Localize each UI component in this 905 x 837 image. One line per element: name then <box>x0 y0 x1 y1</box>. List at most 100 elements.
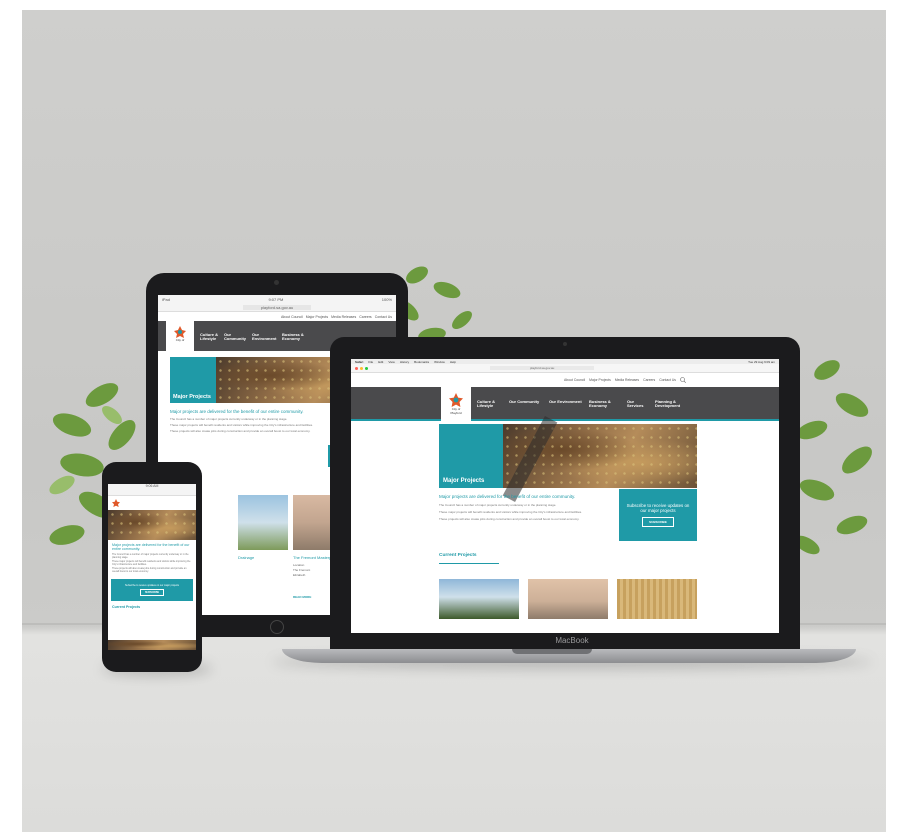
utility-link-about[interactable]: About Council <box>564 378 585 382</box>
tablet-hero-title: Major Projects <box>173 394 211 400</box>
phone-device: 9:06 AM Major projects are delivered for… <box>102 462 202 672</box>
utility-link-media[interactable]: Media Releases <box>615 378 639 382</box>
tablet-nav-item[interactable]: Culture & Lifestyle <box>194 321 220 351</box>
tablet-nav-item[interactable]: Our Environment <box>248 321 278 351</box>
tablet-url: playford.sa.gov.au <box>242 304 312 310</box>
mac-clock: Tue 29 Aug 9:09 am <box>748 359 775 364</box>
subscribe-text: Subscribe to receive updates on our majo… <box>626 503 690 513</box>
nav-business-economy[interactable]: Business & Economy <box>585 387 623 419</box>
utility-link-projects[interactable]: Major Projects <box>589 378 611 382</box>
star-logo-icon <box>174 326 186 338</box>
utility-link-contact[interactable]: Contact Us <box>659 378 676 382</box>
tablet-carrier: iPad <box>162 296 171 302</box>
search-icon[interactable] <box>680 377 686 383</box>
main-nav: City of Playford Culture & Lifestyle Our… <box>351 387 779 421</box>
tablet-logo-text: City of <box>175 338 185 342</box>
tablet-read-more[interactable]: READ MORE <box>293 595 311 599</box>
tablet-statusbar: iPad 9:07 PM 100% <box>158 295 396 303</box>
hero: Major Projects <box>439 415 697 503</box>
intro-p2: These major projects will benefit reside… <box>439 510 582 514</box>
browser-url[interactable]: playford.sa.gov.au <box>490 366 595 370</box>
mac-menu-item[interactable]: File <box>368 360 373 364</box>
nav-culture-lifestyle[interactable]: Culture & Lifestyle <box>471 387 505 419</box>
tablet-time: 9:07 PM <box>268 296 284 302</box>
heading-underline <box>439 563 499 564</box>
laptop-screen: Safari File Edit View History Bookmarks … <box>351 359 779 633</box>
tablet-utility-link[interactable]: Major Projects <box>306 315 328 319</box>
phone-intro-p1: The Council has a number of major projec… <box>112 553 189 559</box>
phone-hero-image <box>108 510 196 540</box>
phone-subscribe-button[interactable]: SUBSCRIBE <box>139 589 165 596</box>
tablet-hero-panel: Major Projects <box>170 357 216 403</box>
tablet-address-bar[interactable]: playford.sa.gov.au <box>158 303 396 312</box>
tablet-utility-link[interactable]: Media Releases <box>331 315 356 319</box>
phone-intro-heading: Major projects are delivered for the ben… <box>112 543 190 551</box>
phone-screen: 9:06 AM Major projects are delivered for… <box>108 484 196 650</box>
close-window-icon[interactable] <box>355 366 358 370</box>
zoom-window-icon[interactable] <box>365 366 368 370</box>
star-logo-icon <box>449 393 463 407</box>
subscribe-button[interactable]: SUBSCRIBE <box>642 517 674 527</box>
phone-current-projects: Current Projects <box>112 605 141 609</box>
laptop-camera <box>563 342 567 346</box>
mac-menu-item[interactable]: History <box>400 360 409 364</box>
phone-header <box>108 496 196 510</box>
tablet-intro-p2: These major projects will benefit reside… <box>170 423 313 427</box>
utility-links: About Council Major Projects Media Relea… <box>351 373 779 387</box>
phone-card-image[interactable] <box>108 640 196 650</box>
laptop-device: Safari File Edit View History Bookmarks … <box>330 337 800 649</box>
tablet-intro: Major projects are delivered for the ben… <box>158 403 328 433</box>
tablet-logo[interactable]: City of <box>166 317 194 351</box>
laptop-hinge-notch <box>512 649 592 654</box>
mac-menu-item[interactable]: View <box>388 360 394 364</box>
phone-subscribe-panel: Subscribe to receive updates on our majo… <box>111 579 193 601</box>
tablet-utility-link[interactable]: About Council <box>281 315 303 319</box>
tablet-card-title[interactable]: Drainage <box>238 555 254 560</box>
tablet-nav-item[interactable]: Our Community <box>220 321 248 351</box>
current-projects-heading: Current Projects <box>439 553 477 558</box>
site-logo[interactable]: City of Playford <box>441 387 471 421</box>
nav-planning-development[interactable]: Planning & Development <box>651 387 691 419</box>
intro: Major projects are delivered for the ben… <box>439 494 609 521</box>
phone-subscribe-text: Subscribe to receive updates on our majo… <box>125 584 179 587</box>
tablet-home-button[interactable] <box>270 620 284 634</box>
site-logo-text: Playford <box>450 411 462 415</box>
mac-menu-item[interactable]: Help <box>450 360 456 364</box>
nav-our-services[interactable]: Our Services <box>623 387 651 419</box>
subscribe-panel: Subscribe to receive updates on our majo… <box>619 489 697 541</box>
tablet-intro-heading: Major projects are delivered for the ben… <box>170 409 304 414</box>
nav-our-community[interactable]: Our Community <box>505 387 545 419</box>
hero-image <box>502 415 697 503</box>
hero-panel: Major Projects <box>439 424 503 488</box>
mac-menu-item[interactable]: Window <box>434 360 445 364</box>
tablet-intro-p3: These projects will also create jobs dur… <box>170 429 311 433</box>
phone-intro: Major projects are delivered for the ben… <box>108 540 196 576</box>
tablet-camera <box>274 280 279 285</box>
tablet-nav-item[interactable]: Business & Economy <box>278 321 308 351</box>
tablet-card-meta: Location <box>293 563 305 567</box>
intro-p3: These projects will also create jobs dur… <box>439 517 580 521</box>
mac-menu-item[interactable]: Bookmarks <box>414 360 429 364</box>
phone-intro-p2: These major projects will benefit reside… <box>112 560 191 566</box>
laptop-brand: MacBook <box>555 636 589 645</box>
phone-intro-p3: These projects will also create jobs dur… <box>112 567 187 573</box>
intro-heading: Major projects are delivered for the ben… <box>439 494 576 499</box>
mac-menu-item[interactable]: Safari <box>355 360 363 364</box>
project-card-image[interactable] <box>528 579 608 619</box>
tablet-battery: 100% <box>381 296 392 302</box>
nav-our-environment[interactable]: Our Environment <box>545 387 585 419</box>
tablet-utility-link[interactable]: Careers <box>359 315 371 319</box>
browser-toolbar: playford.sa.gov.au <box>351 364 779 373</box>
hero-title: Major Projects <box>443 478 485 484</box>
product-mockup-scene: iPad 9:07 PM 100% playford.sa.gov.au Abo… <box>22 10 886 832</box>
minimize-window-icon[interactable] <box>360 366 363 370</box>
mac-menu-item[interactable]: Edit <box>378 360 383 364</box>
project-card-image[interactable] <box>439 579 519 619</box>
intro-p1: The Council has a number of major projec… <box>439 503 557 507</box>
tablet-card-meta: Elizabeth <box>293 573 306 577</box>
project-card-image[interactable] <box>617 579 697 619</box>
utility-link-careers[interactable]: Careers <box>643 378 655 382</box>
tablet-intro-p1: The Council has a number of major projec… <box>170 417 288 421</box>
tablet-card-image[interactable] <box>238 495 288 550</box>
tablet-utility-link[interactable]: Contact Us <box>375 315 392 319</box>
